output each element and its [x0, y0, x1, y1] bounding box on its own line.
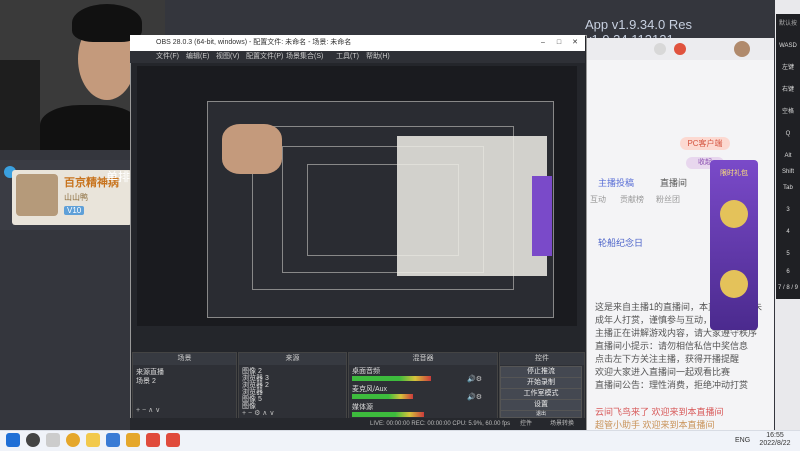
app-icon[interactable] — [146, 433, 160, 447]
key-hint-item: 右键 — [781, 87, 794, 93]
exit-button[interactable]: 退出 — [500, 410, 582, 418]
nested-promo — [532, 176, 552, 256]
key-hint-item: 7 / 8 / 9 — [777, 285, 798, 291]
taskbar — [0, 430, 800, 451]
mixer-title: 混音器 — [349, 353, 497, 365]
mixer-dock: 混音器 桌面音频 麦克风/Aux 媒体源 🔊⚙ 🔊⚙ — [348, 352, 498, 420]
key-hint-item: 空格 — [781, 109, 794, 115]
mixer-track-name: 桌面音频 — [352, 368, 380, 375]
tab-contribution[interactable]: 贡献榜 — [620, 194, 644, 205]
obs-status: LIVE: 00:00:00 REC: 00:00:00 CPU: 5.9%, … — [370, 421, 511, 427]
taskbar-clock[interactable]: 16:55 2022/8/22 — [755, 432, 795, 448]
menu-scene-collection[interactable]: 场景集合(S) — [286, 51, 323, 63]
close-icon[interactable]: ✕ — [569, 35, 581, 51]
key-hint-item: WASD — [779, 43, 797, 49]
start-icon[interactable] — [6, 433, 20, 447]
browser-toolbar — [584, 38, 774, 60]
version-overlay: App v1.9.34.0 Res v1.9.34.113121 — [585, 17, 692, 47]
search-icon[interactable] — [26, 433, 40, 447]
scene-item[interactable]: 场景 2 — [136, 376, 156, 386]
obs-title-bar: OBS 28.0.3 (64-bit, windows) - 配置文件: 未命名… — [130, 35, 585, 51]
key-hint-item: 3 — [786, 207, 790, 213]
maximize-icon[interactable]: □ — [553, 35, 565, 51]
store-icon[interactable] — [106, 433, 120, 447]
minimize-icon[interactable]: – — [537, 35, 549, 51]
welcome-message: 云间飞鸟来了 欢迎来到本直播间 — [595, 407, 724, 417]
tab-transitions[interactable]: 场景转换 — [550, 418, 574, 430]
clock-date: 2022/8/22 — [759, 440, 791, 447]
key-hint-title: 默认按 — [778, 21, 797, 27]
obs-menu-bar: 文件(F) 编辑(E) 视图(V) 配置文件(P) 场景集合(S) 工具(T) … — [130, 51, 585, 63]
nested-chat — [397, 136, 547, 276]
event-title[interactable]: 轮船纪念日 — [598, 236, 643, 249]
key-hint-item: Q — [785, 131, 791, 137]
speaker-icon[interactable]: 🔊⚙ — [467, 393, 482, 401]
key-hint-item: 4 — [786, 229, 790, 235]
obs-title: OBS 28.0.3 (64-bit, windows) - 配置文件: 未命名… — [156, 39, 352, 46]
folder-icon[interactable] — [86, 433, 100, 447]
key-hint-item: 左键 — [781, 65, 794, 71]
level-badge: V10 — [64, 206, 85, 215]
streamer-tag: 山山鸭 — [64, 193, 88, 202]
tab-interact[interactable]: 互动 — [590, 194, 606, 205]
sources-dock: 来源 图像 2 浏览器 3 浏览器 2 浏览器 图像 5 图像 + − ⚙ ∧ … — [238, 352, 347, 420]
key-hint-item: Tab — [783, 185, 793, 191]
chrome-icon[interactable] — [66, 433, 80, 447]
pc-client-badge[interactable]: PC客户端 — [680, 137, 730, 150]
language-indicator[interactable]: ENG — [735, 437, 750, 444]
scenes-dock: 场景 来源直播 场景 2 + − ∧ ∨ — [132, 352, 237, 420]
nested-webcam — [222, 124, 282, 174]
obs-taskbar-icon[interactable] — [126, 433, 140, 447]
gift-icon — [720, 200, 748, 228]
menu-profile[interactable]: 配置文件(P) — [246, 51, 283, 63]
extension-icon[interactable] — [674, 43, 686, 55]
menu-help[interactable]: 帮助(H) — [366, 51, 390, 63]
tab-fans[interactable]: 粉丝团 — [656, 194, 680, 205]
avatar[interactable] — [734, 41, 750, 57]
volume-meter — [352, 394, 413, 399]
menu-edit[interactable]: 编辑(E) — [186, 51, 209, 63]
obs-preview[interactable] — [137, 66, 577, 326]
key-hint-item: 5 — [786, 251, 790, 257]
chat-message: 直播间公告：理性消费，拒绝冲动打赏 — [595, 380, 749, 390]
scene-add-remove[interactable]: + − ∧ ∨ — [136, 406, 160, 414]
host-post-link[interactable]: 主播投稿 — [598, 176, 634, 189]
controls-title: 控件 — [500, 353, 584, 365]
menu-tools[interactable]: 工具(T) — [336, 51, 359, 63]
chat-message: 点击左下方关注主播，获得开播提醒 — [595, 354, 740, 364]
chat-message: 欢迎大家进入直播间一起观看比赛 — [595, 367, 731, 377]
avatar — [16, 174, 58, 216]
promo-title: 限时礼包 — [720, 170, 748, 177]
clock-time: 16:55 — [766, 432, 784, 439]
sources-title: 来源 — [239, 353, 346, 365]
mixer-track-name: 媒体源 — [352, 404, 373, 411]
task-view-icon[interactable] — [46, 433, 60, 447]
promo-card[interactable]: 限时礼包 — [710, 160, 758, 330]
source-add-remove[interactable]: + − ⚙ ∧ ∨ — [242, 409, 274, 417]
menu-file[interactable]: 文件(F) — [156, 51, 179, 63]
volume-meter — [352, 376, 431, 381]
browser-icon[interactable] — [654, 43, 666, 55]
live-room-label: 直播间 — [660, 178, 688, 188]
speaker-icon[interactable]: 🔊⚙ — [467, 375, 482, 383]
scenes-title: 场景 — [133, 353, 236, 365]
volume-meter — [352, 412, 424, 417]
chat-message: 直播间小提示：请勿相信私信中奖信息 — [595, 341, 749, 351]
app-icon[interactable] — [166, 433, 180, 447]
obs-status-bar: 控件 场景转换 LIVE: 00:00:00 REC: 00:00:00 CPU… — [130, 418, 585, 430]
key-hint-panel: 默认按 WASD 左键 右键 空格 Q Alt Shift Tab 3 4 5 … — [776, 14, 800, 299]
tab-controls[interactable]: 控件 — [520, 418, 532, 430]
gift-icon — [720, 270, 748, 298]
menu-view[interactable]: 视图(V) — [216, 51, 239, 63]
mixer-track-name: 麦克风/Aux — [352, 386, 388, 393]
